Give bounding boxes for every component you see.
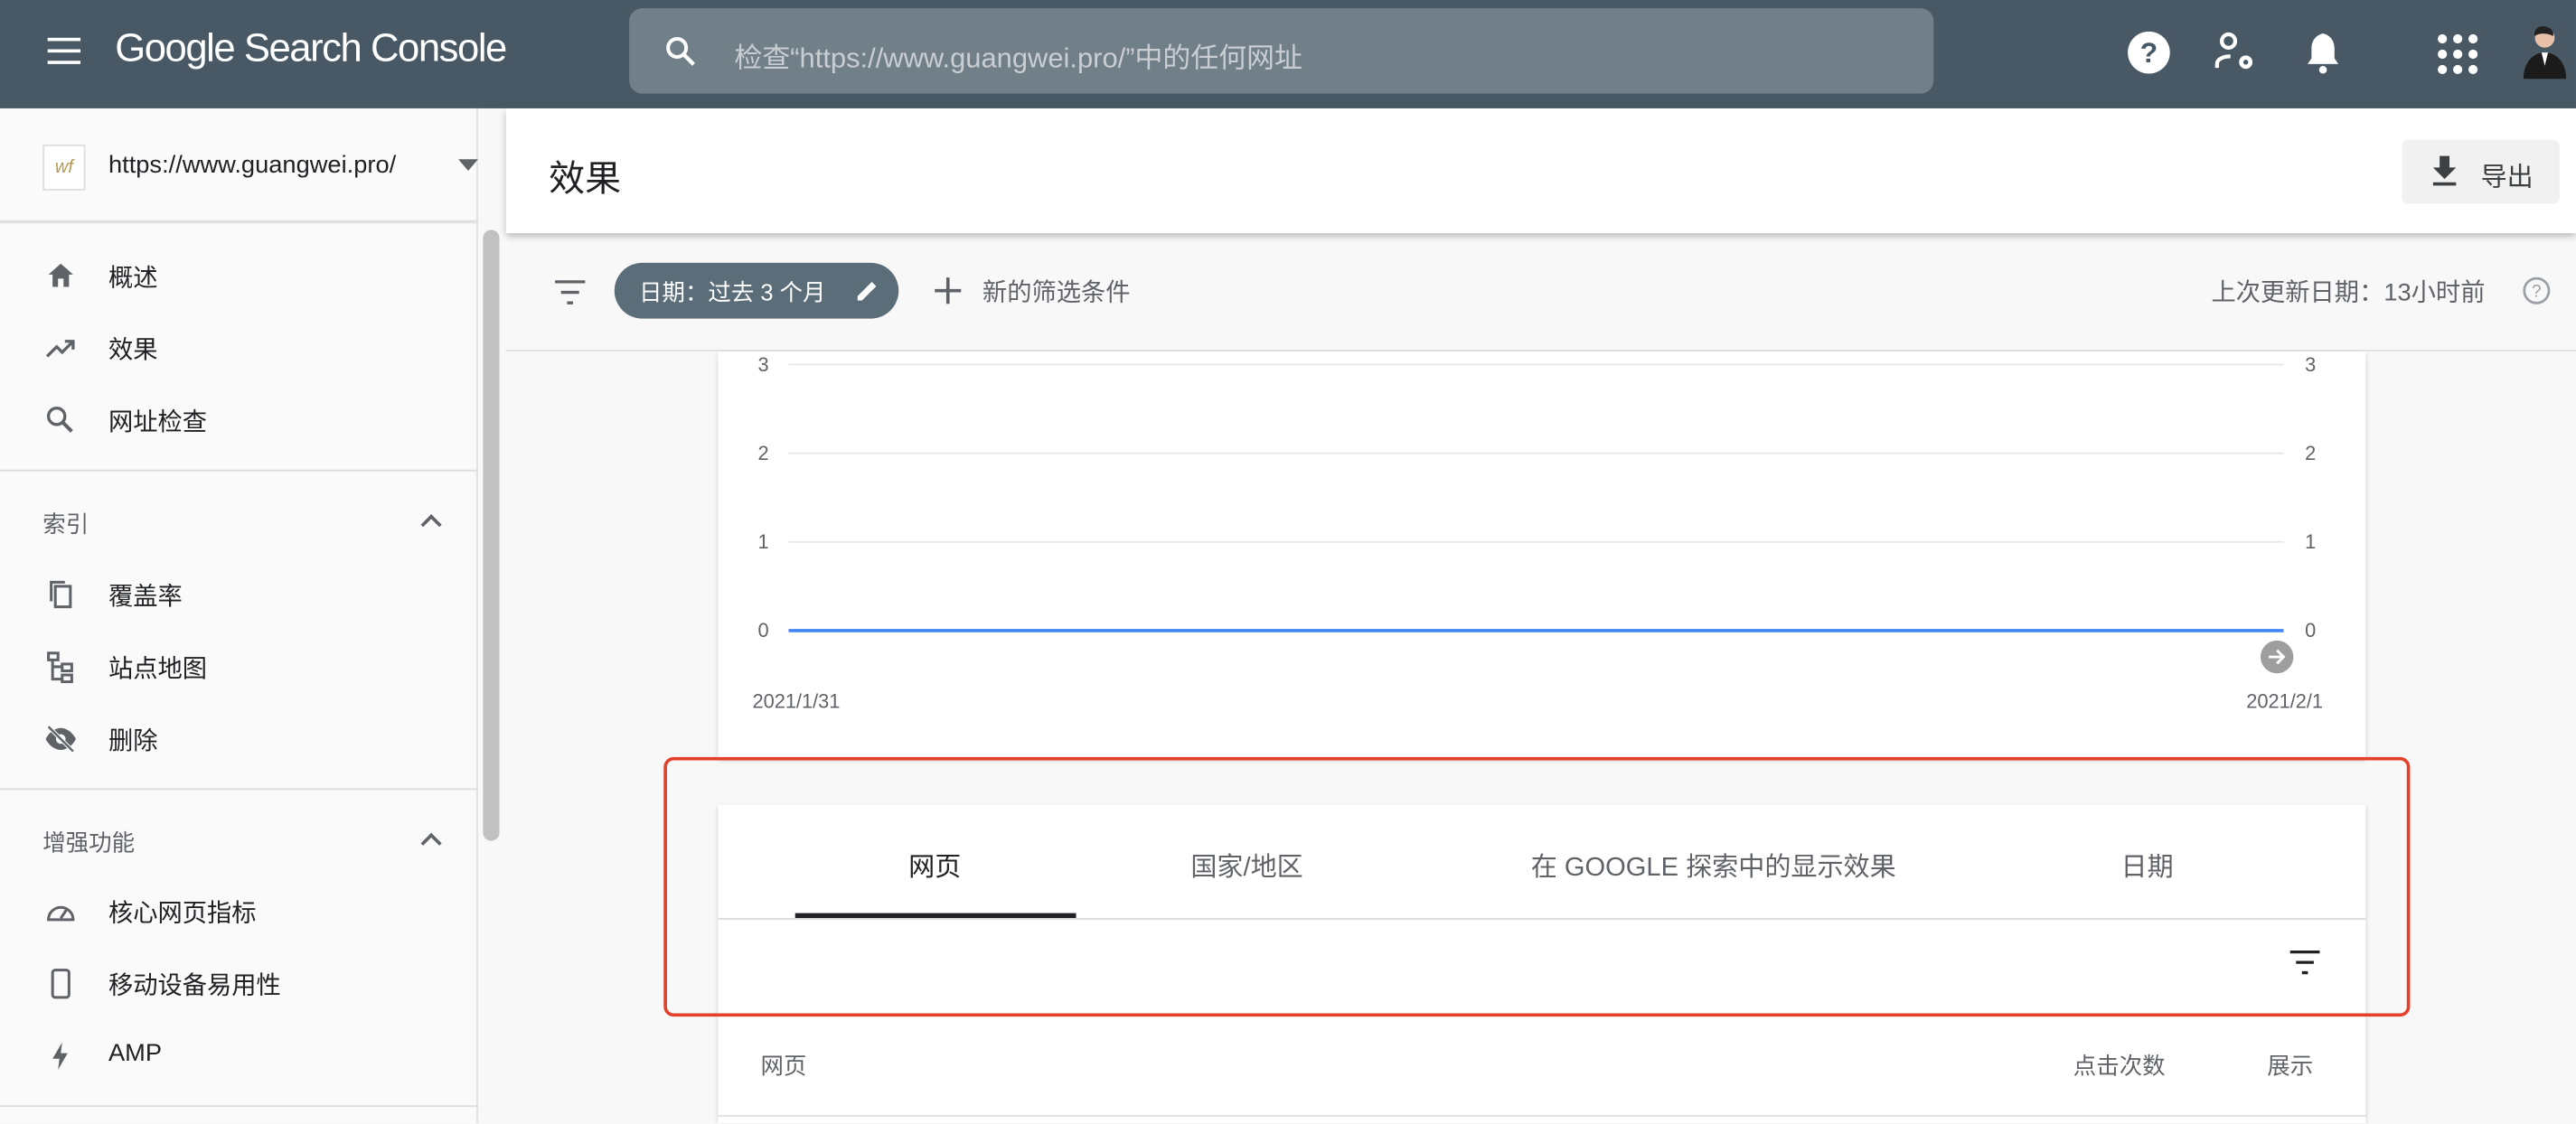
gauge-icon [47,905,75,922]
page-title: 效果 [549,157,622,199]
sidebar-item-mobile-usability[interactable]: 移动设备易用性 [0,951,478,1016]
column-header-page[interactable]: 网页 [761,1049,807,1082]
y-tick-label-left: 1 [758,530,769,553]
date-filter-chip[interactable]: 日期：过去 3 个月 [614,262,899,319]
y-tick-label-left: 3 [758,353,769,376]
sidebar-item-label: 核心网页指标 [108,900,257,928]
x-tick-label: 2021/1/31 [752,689,840,712]
sidebar-item-overview[interactable]: 概述 [0,243,478,309]
user-settings-icon[interactable] [2211,30,2257,76]
help-outline-icon[interactable]: ? [2522,276,2552,305]
column-header-impressions[interactable]: 展示 [2267,1049,2313,1082]
bell-icon[interactable] [2300,30,2346,76]
page-header: 效果 导出 [505,108,2576,234]
apps-icon[interactable] [2435,32,2481,78]
search-icon [666,37,696,66]
y-tick-label-left: 2 [758,442,769,464]
y-tick-label-left: 0 [758,619,769,642]
menu-icon[interactable] [47,37,81,64]
y-tick-label-right: 2 [2305,442,2316,464]
sidebar-item-label: AMP [108,1039,163,1068]
eye-off-icon [45,725,76,754]
top-bar: Google Search Console 检查“https://www.gua… [0,0,2576,108]
sidebar-item-core-web-vitals[interactable]: 核心网页指标 [0,878,478,944]
export-button[interactable]: 导出 [2402,139,2560,204]
sidebar-item-coverage[interactable]: 覆盖率 [0,562,478,628]
x-tick-label: 2021/2/1 [2246,689,2323,712]
new-filter-button[interactable]: 新的筛选条件 [982,275,1131,309]
export-label: 导出 [2480,164,2534,192]
sidebar: wf https://www.guangwei.pro/ 概述 效果 网址检查 … [0,108,478,1124]
filter-bar: 日期：过去 3 个月 新的筛选条件 上次更新日期：13小时前 ? [505,233,2576,351]
sidebar-item-sitemaps[interactable]: 站点地图 [0,634,478,700]
property-logo: wf [42,144,86,191]
app-title[interactable]: Google Search Console [115,26,507,72]
sidebar-item-amp[interactable]: AMP [0,1023,478,1089]
divider [0,469,478,472]
divider [718,1115,2366,1117]
sidebar-item-label: 概述 [108,264,158,293]
sidebar-scrollbar[interactable] [483,229,500,841]
sidebar-item-performance[interactable]: 效果 [0,315,478,381]
chevron-up-icon[interactable] [420,832,442,854]
y-tick-label-right: 3 [2305,353,2316,376]
section-index-header[interactable]: 索引 [42,508,89,540]
help-icon[interactable]: ? [2126,30,2172,76]
download-icon [2432,155,2457,186]
sidebar-item-url-inspection[interactable]: 网址检查 [0,388,478,454]
phone-icon [51,969,71,999]
sitemap-icon [47,651,73,684]
chart-svg: 0 0 1 1 2 2 3 3 2021/1/31 2021/2/1 [752,353,2323,713]
sidebar-item-label: 移动设备易用性 [108,972,281,1000]
search-placeholder: 检查“https://www.guangwei.pro/”中的任何网址 [734,42,1302,74]
avatar[interactable] [2517,23,2570,81]
sidebar-item-label: 网址检查 [108,408,208,437]
svg-text:?: ? [2532,283,2542,302]
svg-text:?: ? [2140,36,2158,69]
date-filter-label: 日期：过去 3 个月 [639,278,826,306]
filter-icon[interactable] [552,276,588,308]
section-enhancements-header[interactable]: 增强功能 [42,826,135,858]
y-tick-label-right: 0 [2305,619,2316,642]
home-icon [48,263,73,287]
performance-chart: 0 0 1 1 2 2 3 3 2021/1/31 2021/2/1 [718,351,2366,759]
property-selector[interactable]: wf https://www.guangwei.pro/ [0,108,478,224]
edit-icon[interactable] [854,277,880,304]
property-url: https://www.guangwei.pro/ [108,151,397,180]
column-header-clicks[interactable]: 点击次数 [2073,1049,2166,1082]
last-updated-text: 上次更新日期：13小时前 [2211,278,2486,307]
y-tick-label-right: 1 [2305,530,2316,553]
sidebar-item-label: 覆盖率 [108,583,183,612]
highlight-box [663,756,2411,1017]
chevron-up-icon[interactable] [420,514,442,536]
caret-down-icon[interactable] [458,159,478,172]
sidebar-item-label: 站点地图 [108,655,208,684]
divider [0,1105,478,1108]
plus-icon[interactable] [933,276,963,305]
copy-icon [50,580,72,609]
bolt-icon [52,1042,68,1070]
trending-icon [45,340,75,358]
divider [0,788,478,791]
search-icon [46,407,73,433]
sidebar-item-removals[interactable]: 删除 [0,707,478,773]
search-input[interactable]: 检查“https://www.guangwei.pro/”中的任何网址 [629,8,1934,94]
sidebar-item-label: 效果 [108,336,158,365]
sidebar-item-label: 删除 [108,727,158,756]
